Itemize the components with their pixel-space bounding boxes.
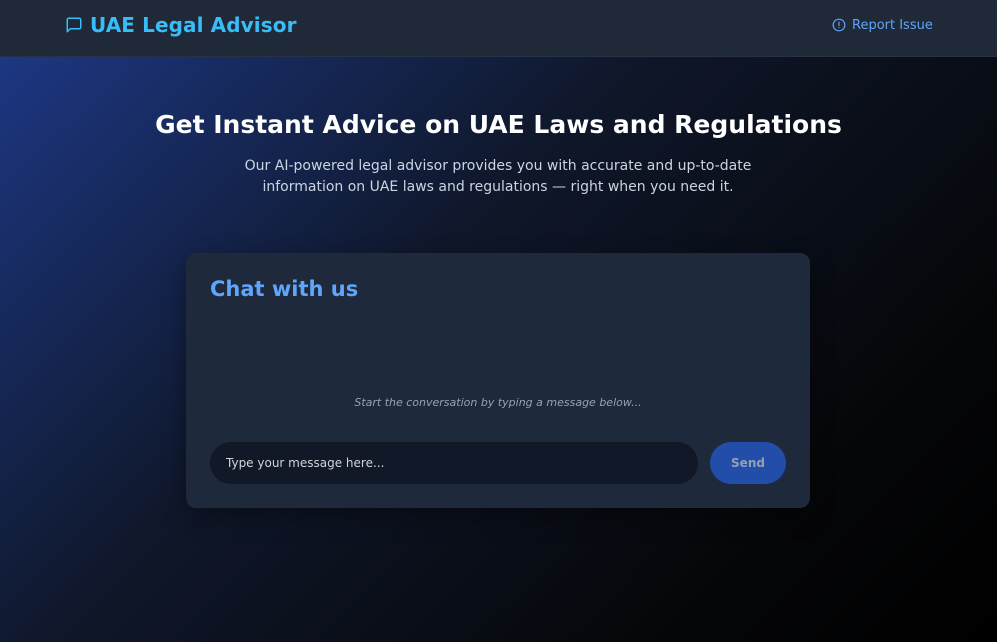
brand[interactable]: UAE Legal Advisor: [65, 12, 297, 38]
brand-title: UAE Legal Advisor: [90, 13, 297, 37]
report-issue-label: Report Issue: [852, 17, 933, 33]
chat-empty-state: Start the conversation by typing a messa…: [354, 396, 642, 409]
alert-circle-icon: [832, 18, 846, 32]
chat-title: Chat with us: [210, 277, 359, 301]
chat-bubble-icon: [66, 17, 82, 33]
send-button[interactable]: Send: [710, 442, 786, 484]
hero-title: Get Instant Advice on UAE Laws and Regul…: [155, 110, 842, 139]
report-issue-link[interactable]: Report Issue: [832, 16, 933, 34]
navbar: UAE Legal Advisor Report Issue: [0, 0, 997, 57]
chat-panel: Chat with us Start the conversation by t…: [186, 253, 810, 508]
hero-subtitle: Our AI-powered legal advisor provides yo…: [244, 158, 752, 195]
message-input[interactable]: [210, 442, 698, 484]
